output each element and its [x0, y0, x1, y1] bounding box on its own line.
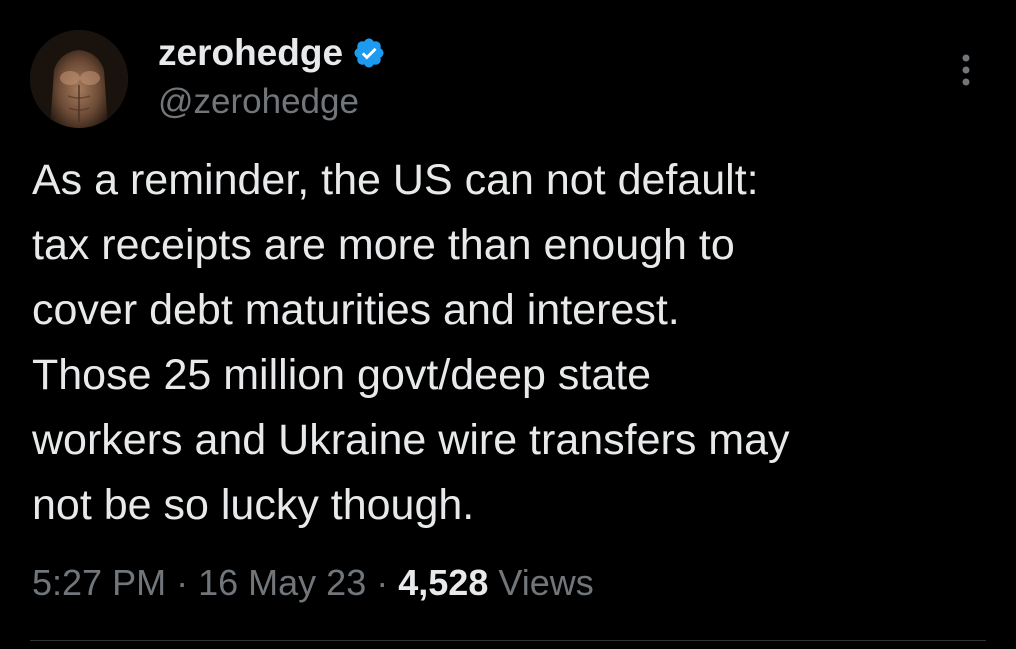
user-handle[interactable]: @zerohedge	[158, 82, 386, 122]
avatar-image	[30, 30, 128, 128]
views-count[interactable]: 4,528	[398, 562, 488, 603]
tweet-time[interactable]: 5:27 PM	[32, 562, 166, 603]
tweet-text: As a reminder, the US can not default: t…	[32, 156, 790, 529]
verified-badge-icon[interactable]	[352, 36, 386, 70]
tweet-date[interactable]: 16 May 23	[198, 562, 366, 603]
tweet: zerohedge @zerohedge As a reminder, the …	[0, 0, 1016, 649]
more-options-icon[interactable]	[952, 50, 980, 90]
display-name[interactable]: zerohedge	[158, 32, 343, 74]
meta-separator: ·	[376, 562, 389, 603]
avatar[interactable]	[30, 30, 128, 128]
tweet-meta: 5:27 PM · 16 May 23 · 4,528 Views	[32, 562, 594, 604]
tweet-header: zerohedge @zerohedge	[158, 30, 386, 122]
meta-separator: ·	[176, 562, 189, 603]
divider	[30, 640, 986, 641]
name-row: zerohedge	[158, 30, 386, 76]
views-label: Views	[498, 562, 594, 603]
